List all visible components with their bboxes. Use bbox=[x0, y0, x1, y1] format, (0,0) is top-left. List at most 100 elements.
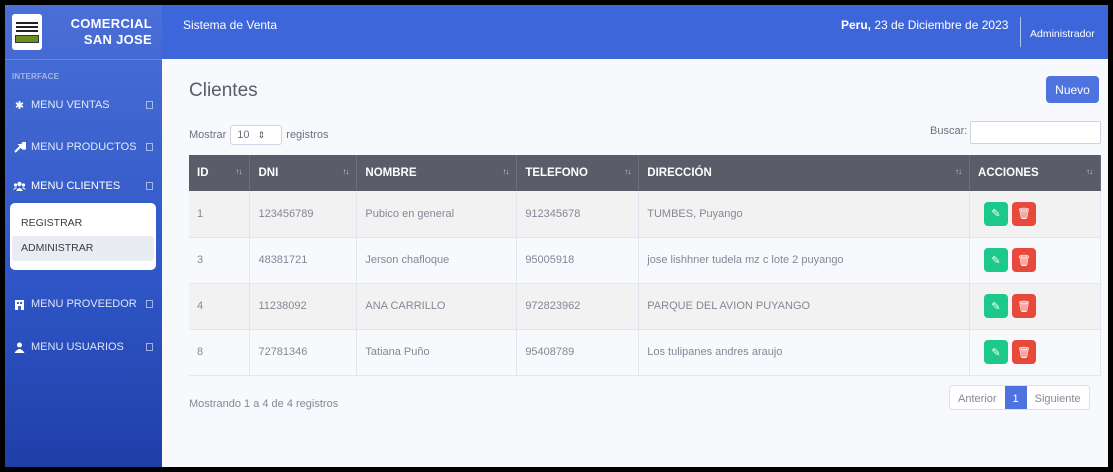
date-display: Peru, 23 de Diciembre de 2023 bbox=[841, 18, 1008, 32]
sidebar-item-label: MENU PROVEEDOR bbox=[31, 298, 137, 310]
table-row: 4 11238092 ANA CARRILLO 972823962 PARQUE… bbox=[189, 283, 1101, 330]
cell-nombre: Tatiana Puño bbox=[356, 329, 518, 376]
page-length-select[interactable]: 10 ⇕ bbox=[230, 125, 283, 145]
wrench-icon bbox=[13, 141, 26, 153]
col-header-dni[interactable]: DNI ↑↓ bbox=[249, 155, 358, 191]
table-row: 8 72781346 Tatiana Puño 95408789 Los tul… bbox=[189, 329, 1101, 376]
users-icon bbox=[13, 180, 26, 192]
search-label: Buscar: bbox=[930, 125, 968, 137]
delete-button[interactable]: 🗑 bbox=[1012, 201, 1037, 226]
cell-telefono: 912345678 bbox=[516, 191, 640, 238]
show-label: Mostrar bbox=[189, 129, 227, 141]
page-length-control: Mostrar 10 ⇕ registros bbox=[189, 125, 328, 145]
cell-dni: 48381721 bbox=[249, 237, 358, 284]
pagination-next[interactable]: Siguiente bbox=[1027, 386, 1089, 409]
cell-id: 1 bbox=[189, 191, 251, 238]
system-title: Sistema de Venta bbox=[183, 18, 278, 32]
edit-button[interactable]: ✎ bbox=[984, 201, 1009, 226]
sidebar-heading: INTERFACE bbox=[12, 72, 60, 81]
delete-button[interactable]: 🗑 bbox=[1012, 248, 1037, 272]
cell-nombre: ANA CARRILLO bbox=[356, 283, 518, 330]
delete-button[interactable]: 🗑 bbox=[1012, 294, 1037, 318]
cell-direccion: PARQUE DEL AVION PUYANGO bbox=[638, 283, 971, 330]
cell-acciones: ✎ 🗑 bbox=[969, 283, 1101, 330]
cell-nombre: Jerson chafloque bbox=[356, 237, 518, 284]
cell-direccion: Los tulipanes andres araujo bbox=[638, 329, 971, 376]
col-header-id[interactable]: ID ↑↓ bbox=[189, 155, 251, 191]
edit-button[interactable]: ✎ bbox=[984, 248, 1009, 272]
sort-icon: ↑↓ bbox=[1086, 167, 1093, 176]
sidebar-item-ventas[interactable]: ✱ MENU VENTAS bbox=[5, 90, 162, 120]
search-input[interactable] bbox=[970, 121, 1101, 144]
chevron-icon bbox=[146, 343, 153, 351]
chevron-icon bbox=[146, 300, 153, 308]
brand[interactable]: COMERCIAL SAN JOSE bbox=[5, 5, 162, 60]
edit-button[interactable]: ✎ bbox=[984, 340, 1009, 364]
sort-icon: ↑↓ bbox=[342, 167, 349, 176]
submenu-administrar[interactable]: ADMINISTRAR bbox=[12, 236, 154, 261]
sidebar-item-clientes[interactable]: MENU CLIENTES bbox=[5, 171, 162, 201]
records-label: registros bbox=[286, 129, 329, 141]
col-header-acciones[interactable]: ACCIONES ↑↓ bbox=[969, 155, 1101, 191]
cell-acciones: ✎ 🗑 bbox=[969, 191, 1101, 238]
country-label: Peru, bbox=[841, 18, 872, 32]
brand-name: COMERCIAL SAN JOSE bbox=[52, 16, 152, 48]
cog-icon: ✱ bbox=[14, 99, 25, 112]
table-info: Mostrando 1 a 4 de 4 registros bbox=[189, 398, 339, 410]
chevron-icon bbox=[146, 182, 153, 190]
table-row: 1 123456789 Pubico en general 912345678 … bbox=[189, 191, 1101, 238]
brand-logo bbox=[12, 14, 42, 50]
table-row: 3 48381721 Jerson chafloque 95005918 jos… bbox=[189, 237, 1101, 284]
new-client-button[interactable]: Nuevo bbox=[1046, 76, 1099, 103]
sort-icon: ↑↓ bbox=[624, 167, 631, 176]
col-header-nombre[interactable]: NOMBRE ↑↓ bbox=[356, 155, 518, 191]
col-header-direccion[interactable]: DIRECCIÓN ↑↓ bbox=[638, 155, 971, 191]
pagination-page[interactable]: 1 bbox=[1004, 386, 1027, 409]
table-header-row: ID ↑↓ DNI ↑↓ NOMBRE ↑↓ TELEFONO ↑↓ DIRECCIÓN… bbox=[189, 155, 1101, 191]
submenu-registrar[interactable]: REGISTRAR bbox=[12, 211, 154, 236]
cell-direccion: jose lishhner tudela mz c lote 2 puyango bbox=[638, 237, 971, 284]
edit-button[interactable]: ✎ bbox=[984, 294, 1009, 318]
sidebar-item-label: MENU VENTAS bbox=[31, 99, 110, 111]
sidebar-item-proveedor[interactable]: MENU PROVEEDOR bbox=[5, 289, 162, 319]
main-content: Clientes Nuevo Mostrar 10 ⇕ registros Bus… bbox=[162, 59, 1108, 467]
date-label: 23 de Diciembre de 2023 bbox=[871, 18, 1009, 32]
delete-button[interactable]: 🗑 bbox=[1012, 340, 1037, 364]
chevron-icon bbox=[146, 143, 153, 151]
sidebar-item-label: MENU CLIENTES bbox=[31, 180, 121, 192]
clients-table: ID ↑↓ DNI ↑↓ NOMBRE ↑↓ TELEFONO ↑↓ DIRECCIÓN… bbox=[189, 155, 1101, 376]
brand-line2: SAN JOSE bbox=[83, 32, 152, 47]
sidebar-item-label: MENU USUARIOS bbox=[31, 341, 124, 353]
cell-telefono: 95408789 bbox=[516, 329, 640, 376]
page-title: Clientes bbox=[189, 80, 258, 101]
user-icon bbox=[13, 341, 26, 353]
sidebar-item-label: MENU PRODUCTOS bbox=[31, 141, 137, 153]
topbar-divider bbox=[1020, 17, 1021, 47]
sort-icon: ↑↓ bbox=[502, 167, 509, 176]
user-menu[interactable]: Administrador bbox=[1030, 28, 1095, 40]
cell-dni: 72781346 bbox=[249, 329, 358, 376]
chevron-icon bbox=[146, 101, 153, 109]
pagination-prev[interactable]: Anterior bbox=[950, 386, 1005, 409]
page-length-value: 10 bbox=[237, 129, 250, 141]
sort-icon: ↑↓ bbox=[955, 167, 962, 176]
select-arrows-icon: ⇕ bbox=[257, 129, 266, 140]
cell-id: 3 bbox=[189, 237, 251, 284]
cell-nombre: Pubico en general bbox=[356, 191, 518, 238]
clientes-submenu: REGISTRAR ADMINISTRAR bbox=[10, 203, 156, 270]
cell-id: 4 bbox=[189, 283, 251, 330]
cell-direccion: TUMBES, Puyango bbox=[638, 191, 971, 238]
cell-dni: 11238092 bbox=[249, 283, 358, 330]
brand-line1: COMERCIAL bbox=[70, 16, 152, 31]
sidebar-item-usuarios[interactable]: MENU USUARIOS bbox=[5, 332, 162, 362]
sidebar: COMERCIAL SAN JOSE INTERFACE ✱ MENU VENT… bbox=[5, 5, 162, 467]
col-header-telefono[interactable]: TELEFONO ↑↓ bbox=[516, 155, 640, 191]
sidebar-item-productos[interactable]: MENU PRODUCTOS bbox=[5, 132, 162, 162]
cell-acciones: ✎ 🗑 bbox=[969, 237, 1101, 284]
cell-telefono: 95005918 bbox=[516, 237, 640, 284]
cell-dni: 123456789 bbox=[249, 191, 358, 238]
cell-id: 8 bbox=[189, 329, 251, 376]
pagination: Anterior 1 Siguiente bbox=[949, 385, 1090, 410]
cell-telefono: 972823962 bbox=[516, 283, 640, 330]
building-icon bbox=[13, 298, 26, 310]
